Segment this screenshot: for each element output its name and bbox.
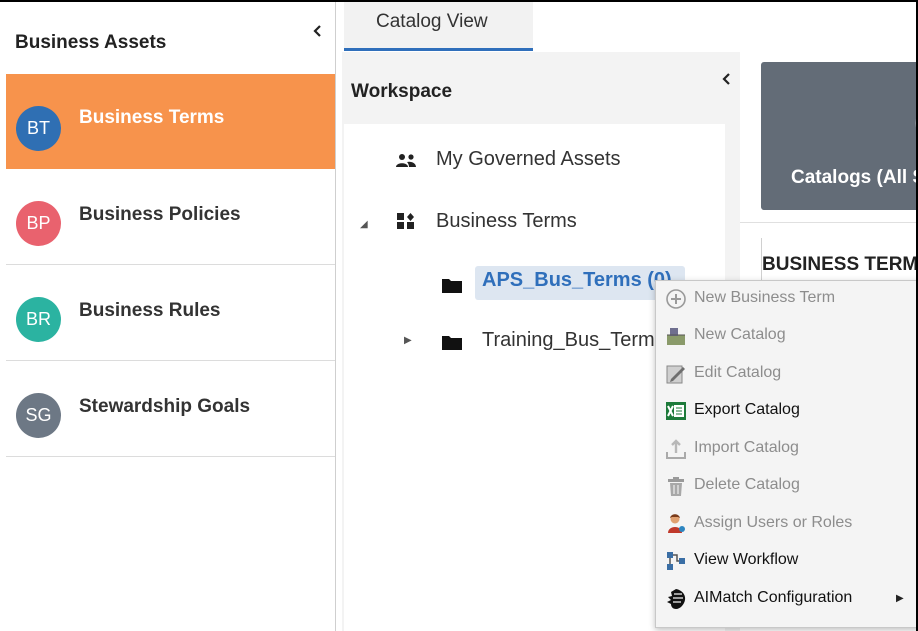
business-assets-sidebar: Business Assets BT Business Terms BP Bus… bbox=[0, 2, 336, 631]
tab-label: Catalog View bbox=[376, 11, 488, 32]
tree-node-business-terms[interactable]: ◢ Business Terms bbox=[344, 202, 724, 242]
business-rules-avatar: BR bbox=[16, 297, 61, 342]
tree-node-label: APS_Bus_Terms (0) bbox=[482, 269, 672, 291]
sidebar-item-business-policies[interactable]: BP Business Policies bbox=[6, 169, 335, 265]
menu-item-label: View Workflow bbox=[694, 551, 799, 568]
sidebar-item-business-rules[interactable]: BR Business Rules bbox=[6, 265, 335, 361]
aimatch-icon bbox=[665, 588, 687, 610]
menu-item-label: Import Catalog bbox=[694, 439, 799, 456]
dashboard-divider bbox=[740, 222, 916, 223]
menu-item-edit-catalog[interactable]: Edit Catalog bbox=[656, 356, 918, 393]
workflow-icon bbox=[665, 550, 687, 572]
catalog-context-menu: New Business Term New Catalog Edit Catal… bbox=[655, 280, 918, 628]
collapsed-caret-icon[interactable]: ▶ bbox=[404, 335, 412, 346]
sidebar-collapse-icon[interactable] bbox=[311, 24, 325, 38]
business-policies-avatar: BP bbox=[16, 201, 61, 246]
workspace-header: Workspace bbox=[342, 52, 740, 124]
import-icon bbox=[665, 438, 687, 460]
folder-icon bbox=[441, 333, 463, 357]
menu-item-label: Delete Catalog bbox=[694, 476, 800, 493]
excel-export-icon bbox=[665, 400, 687, 422]
menu-item-label: New Catalog bbox=[694, 326, 786, 343]
stewardship-goals-avatar: SG bbox=[16, 393, 61, 438]
tab-bar: Catalog View bbox=[336, 2, 916, 51]
menu-item-assign-users-or-roles[interactable]: Assign Users or Roles bbox=[656, 506, 918, 543]
sidebar-item-stewardship-goals[interactable]: SG Stewardship Goals bbox=[6, 361, 335, 457]
menu-item-label: Assign Users or Roles bbox=[694, 514, 853, 531]
menu-item-import-catalog[interactable]: Import Catalog bbox=[656, 431, 918, 468]
folder-icon bbox=[441, 276, 463, 300]
business-terms-icon bbox=[396, 211, 416, 237]
expanded-caret-icon[interactable]: ◢ bbox=[360, 219, 368, 230]
menu-item-export-catalog[interactable]: Export Catalog bbox=[656, 393, 918, 430]
tree-node-label: Training_Bus_Terms bbox=[482, 329, 665, 351]
edit-icon bbox=[665, 363, 687, 385]
sidebar-item-label: Business Rules bbox=[79, 300, 221, 321]
menu-item-label: New Business Term bbox=[694, 289, 836, 306]
sidebar-item-label: Stewardship Goals bbox=[79, 396, 251, 417]
business-terms-avatar: BT bbox=[16, 106, 61, 151]
tree-node-label: Business Terms bbox=[436, 210, 577, 232]
sidebar-header: Business Assets bbox=[6, 2, 335, 74]
trash-icon bbox=[665, 475, 687, 497]
catalogs-count-tile[interactable]: 0 Catalogs (All Status) bbox=[761, 62, 918, 210]
menu-item-label: Edit Catalog bbox=[694, 364, 782, 381]
menu-item-new-catalog[interactable]: New Catalog bbox=[656, 318, 918, 355]
plus-circle-icon bbox=[665, 288, 687, 310]
submenu-arrow-icon: ▶ bbox=[896, 593, 904, 604]
menu-item-delete-catalog[interactable]: Delete Catalog bbox=[656, 468, 918, 505]
group-icon bbox=[394, 152, 418, 175]
catalog-tile-label: Catalogs (All Status) bbox=[791, 167, 918, 188]
menu-item-view-workflow[interactable]: View Workflow bbox=[656, 543, 918, 580]
user-assign-icon bbox=[665, 513, 687, 535]
tree-node-label: My Governed Assets bbox=[436, 148, 621, 170]
tab-catalog-view[interactable]: Catalog View bbox=[344, 2, 533, 51]
sidebar-title: Business Assets bbox=[15, 32, 167, 53]
new-catalog-icon bbox=[665, 325, 687, 347]
menu-item-label: Export Catalog bbox=[694, 401, 800, 418]
sidebar-item-business-terms[interactable]: BT Business Terms bbox=[6, 74, 335, 169]
menu-item-new-business-term[interactable]: New Business Term bbox=[656, 281, 918, 318]
menu-item-aimatch-configuration[interactable]: AIMatch Configuration ▶ bbox=[656, 581, 918, 618]
section-heading: BUSINESS TERMS bbox=[762, 254, 918, 275]
sidebar-item-label: Business Terms bbox=[79, 107, 225, 128]
sidebar-item-label: Business Policies bbox=[79, 204, 241, 225]
tree-node-my-governed-assets[interactable]: My Governed Assets bbox=[344, 140, 724, 180]
menu-item-label: AIMatch Configuration bbox=[694, 589, 853, 606]
workspace-title: Workspace bbox=[351, 81, 453, 102]
workspace-collapse-icon[interactable] bbox=[720, 72, 734, 86]
